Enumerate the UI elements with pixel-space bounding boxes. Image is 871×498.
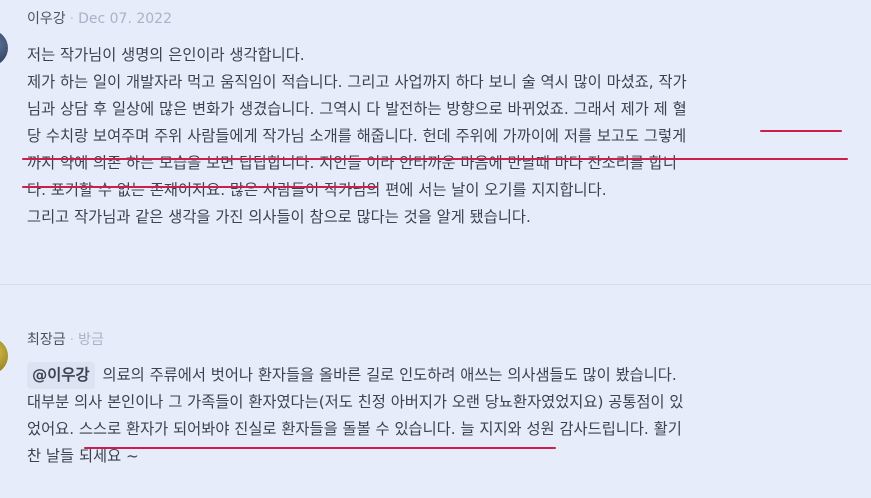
comment-line: 그리고 작가님과 같은 생각을 가진 의사들이 참으로 많다는 것을 알게 됐습… [27,208,531,226]
comment-text: 의료의 주류에서 벗어나 환자들을 올바른 길로 인도하려 애쓰는 의사샘들도 … [102,366,677,384]
comment-line: 대부분 의사 본인이나 그 가족들이 환자였다는(저도 친정 아버지가 오랜 당… [27,393,684,411]
highlight-underline [760,130,842,132]
comment-meta: 최장금 · 방금 [27,329,104,349]
comment-line: 었어요. 스스로 환자가 되어봐야 진실로 환자들을 돌볼 수 있습니다. 늘 … [27,420,682,438]
comment-line: 다. 포기할 수 없는 존재이지요. 많은 사람들이 작가님의 편에 서는 날이… [27,181,607,199]
comment-divider [0,284,871,285]
comment-item: 최장금 · 방금 @이우강 의료의 주류에서 벗어나 환자들을 올바른 길로 인도하려… [0,300,871,498]
comment-body: @이우강 의료의 주류에서 벗어나 환자들을 올바른 길로 인도하려 애쓰는 의사… [27,362,857,470]
comment-line: 저는 작가님이 생명의 은인이라 생각합니다. [27,46,305,64]
mention-tag[interactable]: @이우강 [27,362,95,389]
avatar[interactable] [0,30,8,66]
meta-separator: · [69,11,75,27]
comment-time: Dec 07. 2022 [78,11,172,27]
comment-author[interactable]: 최장금 [27,332,66,348]
comment-line: 제가 하는 일이 개발자라 먹고 움직임이 적습니다. 그리고 사업까지 하다 … [27,73,687,91]
comment-line: 까지 약에 의존 하는 모습을 보면 답답합니다. 지인들 이라 안타까운 마음… [27,154,677,172]
highlight-underline [22,186,378,188]
comment-line: 님과 상담 후 일상에 많은 변화가 생겼습니다. 그역시 다 발전하는 방향으… [27,100,687,118]
avatar[interactable] [0,338,8,374]
highlight-underline [84,447,556,449]
comment-meta: 이우강 · Dec 07. 2022 [27,8,172,28]
comment-item: 이우강 · Dec 07. 2022 저는 작가님이 생명의 은인이라 생각합니다.… [0,0,871,268]
highlight-underline [22,158,848,160]
comment-line: @이우강 의료의 주류에서 벗어나 환자들을 올바른 길로 인도하려 애쓰는 의사… [27,362,857,389]
comment-time: 방금 [78,332,104,348]
comment-author[interactable]: 이우강 [27,11,66,27]
comment-line: 당 수치랑 보여주며 주위 사람들에게 작가님 소개를 해줍니다. 헌데 주위에… [27,127,687,145]
meta-separator: · [69,332,75,348]
comment-body: 저는 작가님이 생명의 은인이라 생각합니다. 제가 하는 일이 개발자라 먹고… [27,42,857,231]
